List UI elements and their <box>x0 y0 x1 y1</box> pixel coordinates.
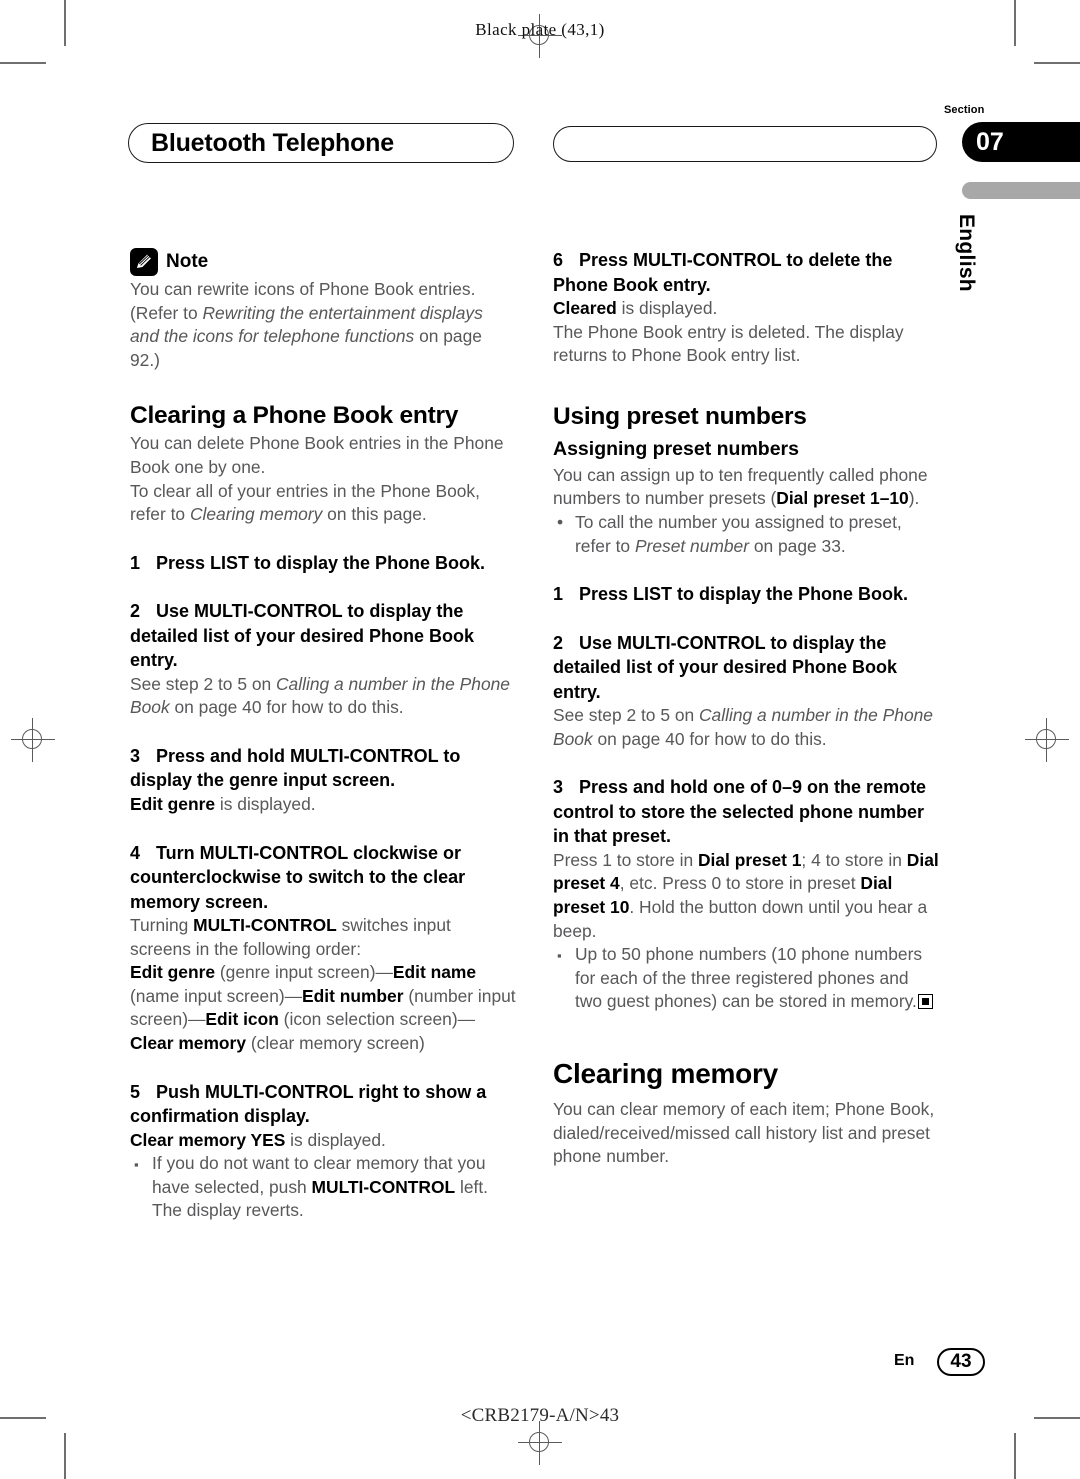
end-of-note-icon <box>917 994 933 1010</box>
section-number-tab: 07 <box>962 122 1080 162</box>
note-header: Note <box>130 248 516 276</box>
step-1: 1 Press LIST to display the Phone Book. <box>130 552 486 573</box>
clearing-memory-body: You can clear memory of each item; Phone… <box>553 1099 935 1167</box>
square-bullet-marker: ▪ <box>134 1157 139 1173</box>
preset-step-3: 3 Press and hold one of 0–9 on the remote… <box>553 777 927 847</box>
header-pill-right <box>553 126 937 162</box>
footer-page-number: 43 <box>937 1348 985 1376</box>
footer-document-code: <CRB2179-A/N>43 <box>460 1405 620 1426</box>
language-bar <box>962 182 1080 199</box>
clearing-intro-2: To clear all of your entries in the Phon… <box>130 480 480 525</box>
square-bullet-marker: ▪ <box>557 948 562 964</box>
step-6: 6 Press MULTI-CONTROL to delete the Phone… <box>553 250 893 295</box>
step-2-body: See step 2 to 5 on Calling a number in t… <box>130 673 510 718</box>
step-3-body: Edit genre is displayed. <box>130 793 316 814</box>
section-label: Section <box>944 104 985 116</box>
registration-mark-left <box>11 718 55 762</box>
crop-mark-bottom-right-vertical <box>1014 1433 1016 1479</box>
crop-mark-top-left-horizontal <box>0 62 46 64</box>
section-heading-clearing-memory: Clearing memory <box>553 1058 778 1089</box>
crop-mark-top-right-horizontal <box>1034 62 1080 64</box>
pencil-note-icon <box>130 248 158 276</box>
step-5: 5 Push MULTI-CONTROL right to show a conf… <box>130 1081 487 1127</box>
step-6-body: Cleared is displayed. <box>553 298 718 318</box>
note-line-2: (Refer to Rewriting the entertainment di… <box>130 302 483 370</box>
step-5-body: Clear memory YES is displayed. <box>130 1129 386 1150</box>
step-3: 3 Press and hold MULTI-CONTROL to display… <box>130 745 461 791</box>
note-line-1: You can rewrite icons of Phone Book entr… <box>130 279 476 299</box>
crop-mark-bottom-left-vertical <box>64 1433 66 1479</box>
chapter-title-pill: Bluetooth Telephone <box>128 123 514 163</box>
step-4-body: Turning MULTI-CONTROL switches input scr… <box>130 915 451 959</box>
dot-bullet-marker: • <box>557 511 564 532</box>
note-label: Note <box>166 251 209 273</box>
step-5-note-bullet: ▪ If you do not want to clear memory that… <box>134 1153 489 1221</box>
sub-heading-assigning-preset-numbers: Assigning preset numbers <box>553 437 799 460</box>
preset-step-2: 2 Use MULTI-CONTROL to display the detail… <box>553 632 898 702</box>
preset-intro: You can assign up to ten frequently call… <box>553 464 928 509</box>
clearing-intro-1: You can delete Phone Book entries in the… <box>130 433 504 477</box>
preset-step-2-body: See step 2 to 5 on Calling a number in t… <box>553 705 933 749</box>
registration-mark-right <box>1025 718 1069 762</box>
section-heading-clearing-phone-book-entry: Clearing a Phone Book entry <box>130 402 459 430</box>
step-4-order-list: Edit genre (genre input screen)—Edit nam… <box>130 962 516 1053</box>
footer-language-code: En <box>894 1352 915 1369</box>
preset-intro-bullet: • To call the number you assigned to pres… <box>557 511 902 556</box>
registration-mark-bottom <box>518 1421 562 1465</box>
step-4: 4 Turn MULTI-CONTROL clockwise or counter… <box>130 842 466 912</box>
step-6-body-line-2: The Phone Book entry is deleted. The dis… <box>553 321 904 366</box>
preset-step-3-body: Press 1 to store in Dial preset 1; 4 to … <box>553 849 939 941</box>
preset-step-3-note-bullet: ▪ Up to 50 phone numbers (10 phone number… <box>553 943 939 1014</box>
section-heading-using-preset-numbers: Using preset numbers <box>553 402 807 430</box>
right-column: 6 Press MULTI-CONTROL to delete the Phone… <box>553 248 939 1169</box>
page-title: Bluetooth Telephone <box>151 128 394 157</box>
step-2: 2 Use MULTI-CONTROL to display the detail… <box>130 601 475 671</box>
language-vertical-label: English <box>955 214 978 292</box>
plate-slug: Black plate (43,1) <box>475 20 605 39</box>
left-column: Note You can rewrite icons of Phone Book… <box>130 248 516 1223</box>
preset-step-1: 1 Press LIST to display the Phone Book. <box>553 584 909 605</box>
